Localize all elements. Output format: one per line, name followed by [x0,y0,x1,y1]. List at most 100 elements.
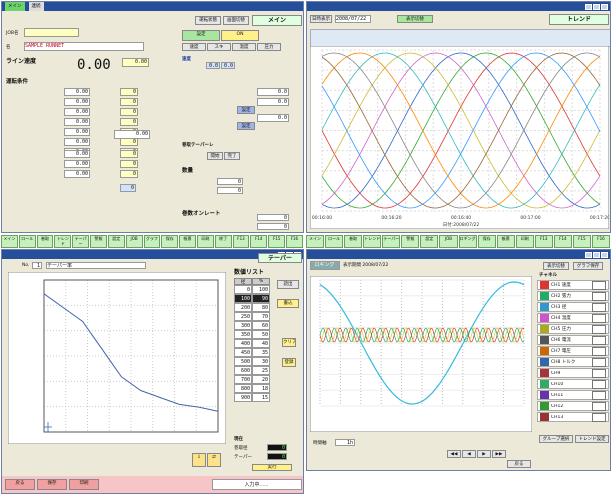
list-item[interactable]: 200 80 [234,303,270,312]
function-key[interactable]: トレンド [54,235,72,248]
set-button-1[interactable]: 設定 [237,106,255,114]
list-item[interactable]: 0 100 [234,285,270,294]
curve-name-field[interactable]: テーパー率 [46,262,146,269]
run-row-value[interactable]: 0.00 [64,88,90,96]
taper-start-button[interactable]: 開始 [207,152,223,160]
count-field-1[interactable]: 0 [217,178,243,185]
group-select-button[interactable]: グループ選択 [539,435,573,443]
bottom-small-field[interactable]: 0 [120,184,136,192]
run-row-value[interactable]: 0.00 [64,108,90,116]
save-button[interactable]: 保存 [37,479,67,490]
lower-row-value[interactable]: 0.00 [64,160,90,168]
function-key[interactable]: 警報 [401,235,420,248]
function-key[interactable]: 帳票 [496,235,515,248]
register-button[interactable]: 登録 [282,358,296,367]
channel-toggle[interactable] [592,379,606,389]
function-key[interactable]: F13 [534,235,553,248]
function-key[interactable]: F15 [572,235,591,248]
lower-row-value[interactable]: 0.00 [64,150,90,158]
function-key[interactable]: 巻取 [344,235,363,248]
channel-item[interactable]: CH2 張力 [537,291,609,301]
graph-save-button[interactable]: グラフ保存 [573,262,603,270]
list-item[interactable]: 400 40 [234,339,270,348]
function-key[interactable]: ロール [325,235,344,248]
lower-row-setting[interactable]: 0 [120,170,138,178]
set-field-1[interactable]: 0.0 [257,88,289,96]
function-key[interactable]: ロギング [458,235,477,248]
list-item[interactable]: 450 35 [234,348,270,357]
run-row-value[interactable]: 0.00 [64,138,90,146]
plate-field-1[interactable]: 0 [257,214,289,221]
datetime-button[interactable]: 日時表示 [310,15,332,23]
detail-field-2[interactable]: 0.0 [221,62,235,69]
back-button[interactable]: 戻る [5,479,35,490]
channel-item[interactable]: CH13 [537,412,609,422]
set-field-2[interactable]: 0.0 [257,98,289,106]
channel-toggle[interactable] [592,390,606,400]
function-key[interactable]: 設定 [107,235,125,248]
function-key[interactable]: F14 [553,235,572,248]
write-button[interactable]: 書込 [277,299,299,308]
no-field[interactable]: 1 [32,262,42,269]
list-item[interactable]: 800 18 [234,384,270,393]
scroll-prev-button[interactable]: ◀ [462,450,476,458]
function-key[interactable]: メイン [306,235,325,248]
list-item[interactable]: 700 20 [234,375,270,384]
function-key[interactable]: 警報 [90,235,107,248]
run-row-value[interactable]: 0.00 [64,118,90,126]
display-switch-button[interactable]: 表示切替 [543,262,569,270]
run-row-setting[interactable]: 0 [120,138,138,146]
function-key[interactable]: F15 [268,235,285,248]
channel-toggle[interactable] [592,280,606,290]
set-field-3[interactable]: 0.0 [257,114,289,122]
list-item[interactable]: 100 90 [234,294,270,303]
trend-setting-button[interactable]: トレンド設定 [575,435,609,443]
run-row-value[interactable]: 0.00 [64,128,90,136]
channel-toggle[interactable] [592,313,606,323]
function-key[interactable]: 印刷 [196,235,214,248]
trend-green-button[interactable]: 表示切替 [397,15,433,23]
function-key[interactable]: JOB [439,235,458,248]
function-key[interactable]: 印刷 [515,235,534,248]
status-button[interactable]: 運転状態 [195,16,221,25]
status-field-1[interactable]: 0 [267,444,287,451]
set-button-2[interactable]: 設定 [237,122,255,130]
date-field[interactable]: 2008/07/22 [335,15,371,23]
time-axis-field[interactable]: 1h [335,439,355,446]
channel-item[interactable]: CH11 [537,390,609,400]
function-key[interactable]: 保存 [161,235,179,248]
function-key[interactable]: テーパー [382,235,401,248]
job-field[interactable] [24,28,79,37]
channel-toggle[interactable] [592,401,606,411]
channel-item[interactable]: CH6 電流 [537,335,609,345]
screen-switch-button[interactable]: 画面切替 [223,16,249,25]
function-key[interactable]: JOB [125,235,143,248]
sample-field[interactable]: SAMPLE RUNNET [24,42,144,51]
channel-toggle[interactable] [592,412,606,422]
taper-icon-button-1[interactable]: ⇩ [192,453,206,467]
function-key[interactable]: ロール [18,235,36,248]
function-key[interactable]: 終了 [214,235,232,248]
run-row-setting[interactable]: 0 [120,108,138,116]
channel-item[interactable]: CH7 電圧 [537,346,609,356]
channel-toggle[interactable] [592,368,606,378]
function-key[interactable]: F16 [591,235,610,248]
function-key[interactable]: テーパー [72,235,90,248]
run-row-setting[interactable]: 0 [120,98,138,106]
list-item[interactable]: 900 15 [234,393,270,402]
run-row-value[interactable]: 0.00 [64,98,90,106]
function-key[interactable]: 保存 [477,235,496,248]
channel-toggle[interactable] [592,324,606,334]
function-key[interactable]: 巻取 [36,235,54,248]
channel-item[interactable]: CH1 速度 [537,280,609,290]
execute-button[interactable]: 実行 [252,464,292,471]
channel-toggle[interactable] [592,291,606,301]
channel-toggle[interactable] [592,335,606,345]
channel-item[interactable]: CH5 圧力 [537,324,609,334]
tab-main[interactable]: メイン [5,2,25,11]
function-key[interactable]: 設定 [420,235,439,248]
channel-item[interactable]: CH10 [537,379,609,389]
channel-item[interactable]: CH9 [537,368,609,378]
lower-row-setting[interactable]: 0 [120,160,138,168]
channel-toggle[interactable] [592,302,606,312]
